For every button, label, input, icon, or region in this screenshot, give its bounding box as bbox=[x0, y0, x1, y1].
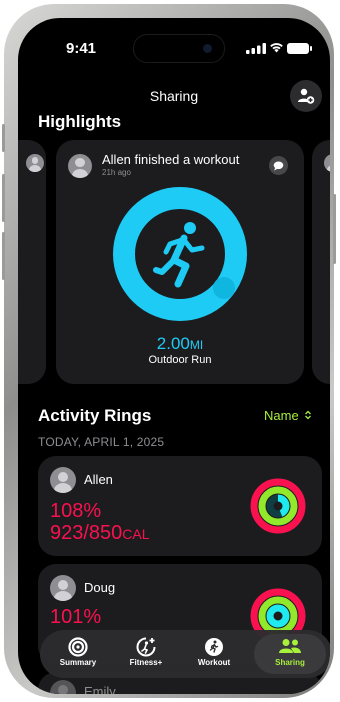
highlight-card-workout[interactable]: Allen finished a workout 21h ago 2.00MI … bbox=[56, 140, 304, 384]
friend-calories: 923/850CAL bbox=[50, 522, 150, 545]
action-button bbox=[2, 124, 5, 152]
tab-summary[interactable]: Summary bbox=[48, 634, 108, 674]
cellular-signal-icon bbox=[246, 43, 266, 54]
front-camera bbox=[203, 44, 212, 53]
volume-down-button bbox=[2, 232, 5, 280]
chevron-up-down-icon bbox=[305, 410, 312, 420]
workout-distance: 2.00MI bbox=[56, 334, 304, 354]
avatar bbox=[50, 680, 76, 694]
running-figure-icon bbox=[153, 222, 205, 288]
add-friend-button[interactable] bbox=[290, 80, 322, 112]
status-bar: 9:41 bbox=[18, 18, 330, 66]
highlight-headline: Allen finished a workout bbox=[102, 152, 240, 167]
friend-name: Emily bbox=[84, 684, 116, 694]
highlight-card-next[interactable] bbox=[312, 140, 330, 384]
activity-rings-icon bbox=[250, 478, 306, 534]
tab-sharing[interactable]: Sharing bbox=[254, 634, 326, 674]
tab-label: Sharing bbox=[275, 658, 305, 667]
phone-frame: 9:41 Sharing Highlights Allen finished a… bbox=[2, 4, 336, 698]
friend-name: Doug bbox=[84, 580, 116, 595]
people-icon bbox=[279, 639, 301, 653]
workout-ring bbox=[113, 187, 247, 321]
fitness-plus-icon bbox=[136, 637, 156, 657]
activity-title: Activity Rings bbox=[38, 406, 152, 425]
highlight-time: 21h ago bbox=[102, 168, 131, 177]
friend-percent: 101% bbox=[50, 606, 102, 628]
person-add-icon bbox=[298, 88, 315, 104]
tab-fitness-plus[interactable]: Fitness+ bbox=[116, 634, 176, 674]
calories-unit: CAL bbox=[122, 526, 150, 542]
tab-label: Summary bbox=[59, 658, 97, 667]
power-button bbox=[333, 194, 336, 264]
tab-bar: Summary Fitness+ Workout Sharing bbox=[40, 630, 330, 678]
highlight-card-previous[interactable] bbox=[18, 140, 46, 384]
status-time: 9:41 bbox=[66, 40, 97, 57]
avatar bbox=[26, 154, 44, 172]
comment-button[interactable] bbox=[269, 156, 288, 175]
friend-card-allen[interactable]: Allen 108% 923/850CAL bbox=[38, 456, 322, 556]
nav-title: Sharing bbox=[149, 88, 199, 104]
distance-value: 2.00 bbox=[156, 334, 190, 353]
friend-percent: 108% bbox=[50, 500, 102, 522]
dynamic-island bbox=[133, 34, 225, 63]
avatar bbox=[50, 467, 76, 493]
avatar bbox=[50, 575, 76, 601]
running-figure-icon bbox=[205, 638, 223, 656]
distance-unit: MI bbox=[189, 338, 204, 352]
sort-label: Name bbox=[264, 408, 299, 423]
ring-end-cap bbox=[213, 277, 235, 299]
activity-rings-icon bbox=[68, 637, 88, 657]
avatar bbox=[68, 154, 92, 178]
sort-menu-button[interactable]: Name bbox=[264, 408, 312, 423]
activity-date: TODAY, APRIL 1, 2025 bbox=[38, 435, 165, 449]
tab-workout[interactable]: Workout bbox=[184, 634, 244, 674]
tab-label: Workout bbox=[197, 658, 231, 667]
calories-value: 923/850 bbox=[50, 522, 123, 544]
avatar bbox=[324, 154, 330, 172]
workout-type: Outdoor Run bbox=[148, 354, 212, 366]
wifi-icon bbox=[270, 43, 283, 53]
friend-name: Allen bbox=[84, 472, 113, 487]
volume-up-button bbox=[2, 174, 5, 222]
chat-bubble-icon bbox=[273, 161, 284, 171]
battery-icon bbox=[287, 43, 312, 54]
highlights-title: Highlights bbox=[38, 112, 122, 131]
tab-label: Fitness+ bbox=[129, 658, 163, 667]
screen: 9:41 Sharing Highlights Allen finished a… bbox=[18, 18, 330, 694]
